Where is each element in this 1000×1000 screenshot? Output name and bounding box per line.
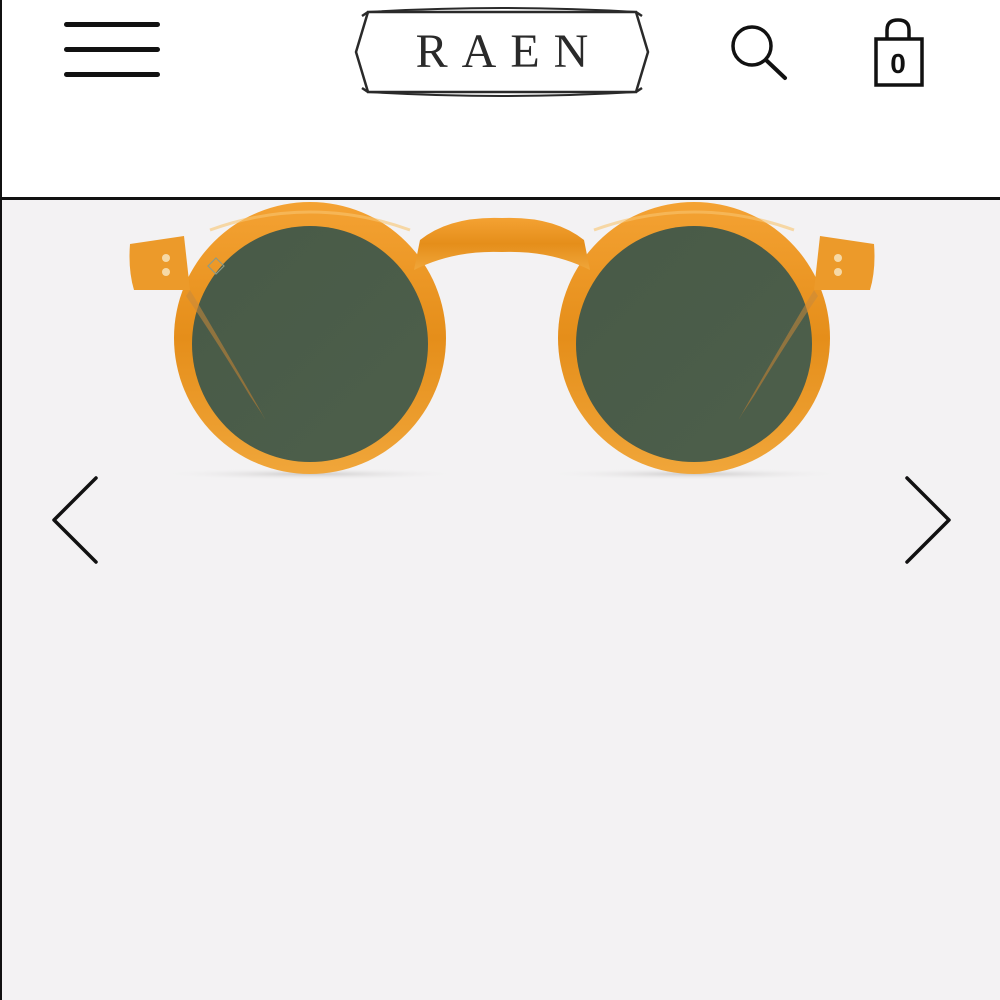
search-icon xyxy=(731,25,787,80)
site-header: RAEN 0 xyxy=(0,0,1000,198)
search-button[interactable] xyxy=(724,20,794,86)
menu-button[interactable] xyxy=(64,22,162,82)
logo-text: RAEN xyxy=(415,25,603,78)
previous-image-button[interactable] xyxy=(42,472,102,568)
raen-logo[interactable]: RAEN xyxy=(348,4,656,100)
cart-button[interactable]: 0 xyxy=(868,14,928,92)
product-image-sunglasses[interactable] xyxy=(120,200,884,490)
chevron-left-icon xyxy=(52,476,98,564)
cart-count-badge: 0 xyxy=(890,48,906,79)
page: RAEN 0 xyxy=(0,0,1000,1000)
chevron-right-icon xyxy=(905,476,951,564)
product-gallery xyxy=(0,200,1000,1000)
next-image-button[interactable] xyxy=(895,472,955,568)
